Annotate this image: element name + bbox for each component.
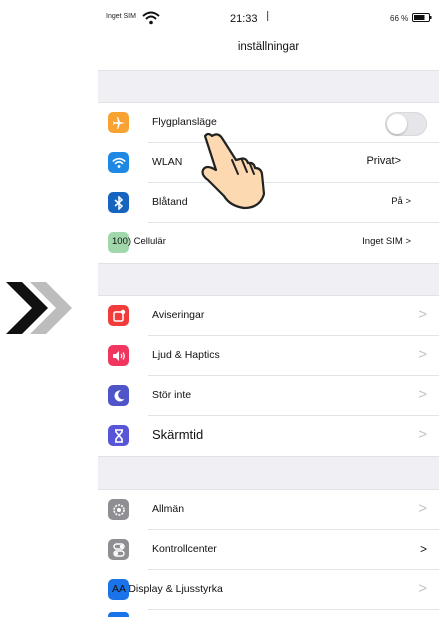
wifi-icon	[108, 152, 129, 173]
row-label: WLAN	[152, 156, 183, 168]
wifi-status-icon	[142, 11, 160, 25]
double-chevron-right-icon	[6, 282, 72, 334]
moon-icon	[108, 385, 129, 406]
row-label: Flygplansläge	[152, 116, 217, 128]
row-label: Blåtand	[152, 196, 188, 208]
bluetooth-icon	[108, 192, 129, 213]
row-notifications[interactable]: Aviseringar >	[98, 296, 439, 336]
battery-icon	[412, 13, 432, 22]
chevron-right-icon: >	[418, 580, 427, 597]
carrier-label: Inget SIM	[106, 13, 136, 20]
row-label: Aviseringar	[152, 309, 205, 321]
row-value: På >	[391, 196, 411, 207]
row-label: Kontrollcenter	[152, 543, 217, 555]
row-wlan[interactable]: WLAN Privat>	[98, 143, 439, 183]
airplane-icon	[108, 112, 129, 133]
page-title: inställningar	[237, 41, 300, 53]
chevron-right-icon: >	[419, 542, 427, 556]
chevron-right-icon: >	[418, 306, 427, 323]
row-label: Ljud & Haptics	[152, 349, 220, 361]
row-sounds[interactable]: Ljud & Haptics >	[98, 336, 439, 376]
hourglass-icon	[108, 425, 129, 446]
row-bluetooth[interactable]: Blåtand På >	[98, 183, 439, 223]
status-mark: ꟾ	[266, 12, 270, 24]
row-general[interactable]: Allmän >	[98, 490, 439, 530]
battery-percent: 66 %	[390, 14, 409, 23]
chevron-right-icon: >	[418, 386, 427, 403]
chevron-right-icon: >	[418, 500, 427, 517]
row-value: Inget SIM >	[362, 236, 411, 247]
toggle-knob	[387, 114, 407, 134]
section-gap	[98, 70, 439, 103]
section-gap	[98, 263, 439, 296]
control-center-icon	[108, 539, 129, 560]
tap-hand-icon	[201, 132, 266, 210]
row-do-not-disturb[interactable]: Stör inte >	[98, 376, 439, 416]
row-screen-time[interactable]: Skärmtid >	[98, 416, 439, 456]
status-bar: Inget SIM 21:33 ꟾ 66 %	[98, 0, 439, 34]
chevron-right-icon: >	[418, 346, 427, 363]
next-row-icon	[108, 612, 129, 617]
settings-screen: Inget SIM 21:33 ꟾ 66 % inställningar Fly…	[98, 0, 439, 617]
row-label: Skärmtid	[152, 427, 204, 442]
row-display-brightness[interactable]: AA Display & Ljusstyrka >	[98, 570, 439, 610]
sound-icon	[108, 345, 129, 366]
section-gap	[98, 456, 439, 490]
clock: 21:33	[230, 13, 258, 25]
airplane-mode-toggle[interactable]	[385, 112, 427, 136]
row-partial	[98, 610, 439, 617]
chevron-right-icon: >	[418, 426, 427, 443]
row-label: Allmän	[152, 503, 185, 515]
row-label: 100) Cellulär	[112, 236, 166, 247]
row-cellular[interactable]: 100) Cellulär Inget SIM >	[98, 223, 439, 263]
row-label: Stör inte	[152, 389, 192, 401]
row-label: AA Display & Ljusstyrka	[112, 583, 223, 595]
row-airplane-mode[interactable]: Flygplansläge	[98, 103, 439, 143]
gear-icon	[108, 499, 129, 520]
row-control-center[interactable]: Kontrollcenter >	[98, 530, 439, 570]
notifications-icon	[108, 305, 129, 326]
row-value: Privat>	[366, 155, 401, 167]
